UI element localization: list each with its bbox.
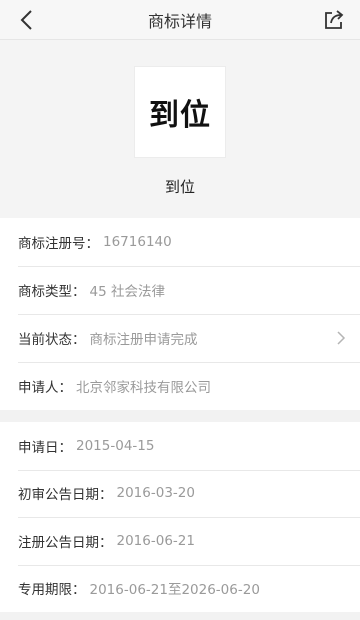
section-divider (0, 410, 360, 422)
applicant-label: 申请人： (18, 380, 72, 396)
trademark-name: 到位 (164, 178, 195, 196)
trademark-logo-text: 到位 (149, 98, 211, 133)
navigation-bar: 商标详情 (0, 0, 360, 40)
current-status-value: 商标注册申请完成 (89, 332, 198, 348)
trademark-dates-section: 申请日： 2015-04-15 初审公告日期： 2016-03-20 注册公告日… (0, 422, 360, 612)
term-value: 2016-06-21至2026-06-20 (89, 582, 260, 599)
reg-number-label: 商标注册号： (18, 236, 99, 252)
trademark-header: 到位 到位 (0, 40, 360, 218)
register-date-value: 2016-06-21 (116, 532, 195, 549)
page-title: 商标详情 (147, 11, 212, 31)
register-date-label: 注册公告日期： (18, 534, 113, 551)
trademark-info-section: 商标注册号： 16716140 商标类型： 45 社会法律 当前状态： 商标注册… (0, 218, 360, 410)
prelim-date-value: 2016-03-20 (116, 485, 195, 502)
applicant-value: 北京邻家科技有限公司 (76, 380, 211, 396)
trademark-type-value: 45 社会法律 (89, 284, 165, 300)
apply-date-row: 申请日： 2015-04-15 (0, 422, 360, 470)
trademark-logo: 到位 (134, 66, 226, 158)
back-button[interactable] (6, 0, 46, 40)
term-row: 专用期限： 2016-06-21至2026-06-20 (0, 564, 360, 613)
prelim-date-row: 初审公告日期： 2016-03-20 (0, 469, 360, 518)
current-status-row[interactable]: 当前状态： 商标注册申请完成 (0, 314, 360, 362)
chevron-left-icon (20, 10, 32, 30)
term-label: 专用期限： (18, 582, 86, 599)
register-date-row: 注册公告日期： 2016-06-21 (0, 517, 360, 565)
reg-number-value: 16716140 (103, 234, 172, 250)
chevron-right-icon (337, 331, 346, 345)
applicant-row: 申请人： 北京邻家科技有限公司 (0, 362, 360, 410)
share-icon (325, 10, 344, 29)
apply-date-value: 2015-04-15 (76, 437, 155, 454)
apply-date-label: 申请日： (18, 439, 72, 456)
trademark-type-row: 商标类型： 45 社会法律 (0, 266, 360, 314)
prelim-date-label: 初审公告日期： (18, 487, 113, 504)
reg-number-row: 商标注册号： 16716140 (0, 218, 360, 266)
current-status-label: 当前状态： (18, 332, 86, 348)
trademark-type-label: 商标类型： (18, 284, 86, 300)
share-button[interactable] (314, 0, 354, 40)
